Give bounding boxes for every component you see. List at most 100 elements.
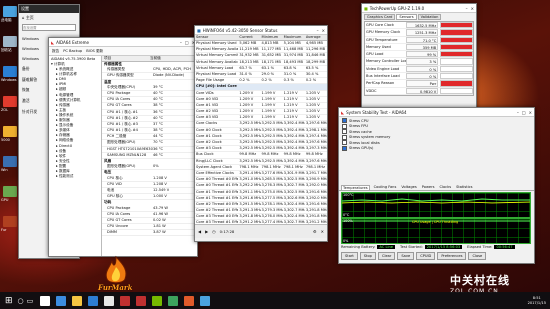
- hwinfo-cell: 3,291.1 MHz: [239, 189, 261, 194]
- hwinfo-cell: 3,292.5 MHz: [239, 158, 261, 163]
- settings-home[interactable]: ⌂ 主页: [19, 13, 79, 23]
- stress-button[interactable]: CPUID: [416, 252, 436, 260]
- settings-search-input[interactable]: 查找设置: [22, 24, 76, 31]
- stress-tab[interactable]: Powers: [421, 185, 436, 190]
- hwinfo-cell: 3,292.5 MHz: [261, 121, 283, 126]
- gpuz-sensor-row[interactable]: GPU Temperature 71.0 °C: [365, 36, 473, 44]
- close-icon[interactable]: ×: [471, 6, 474, 11]
- stress-button[interactable]: Save: [397, 252, 415, 260]
- checkbox-icon[interactable]: [342, 134, 347, 140]
- sensor-row[interactable]: DIMM 3.87 W: [102, 230, 197, 237]
- stress-tab[interactable]: Statistics: [455, 185, 473, 190]
- taskbar-app-icon[interactable]: [88, 295, 99, 306]
- search-icon[interactable]: ○: [18, 297, 24, 305]
- desktop-icon[interactable]: [3, 216, 17, 227]
- col-item[interactable]: 项目: [102, 56, 150, 61]
- taskbar-app-icon[interactable]: [168, 295, 179, 306]
- checkbox-icon[interactable]: [342, 129, 347, 135]
- arrow-left-icon[interactable]: ◀: [198, 229, 201, 234]
- desktop-icon[interactable]: [3, 126, 17, 137]
- gpuz-sensor-row[interactable]: PerfCap Reason Pwr: [365, 80, 473, 88]
- toolbar-button[interactable]: PC Backup: [63, 49, 82, 53]
- minimize-icon[interactable]: –: [517, 110, 519, 115]
- taskbar-app-icon[interactable]: [40, 295, 51, 306]
- stress-tab[interactable]: Voltages: [400, 185, 417, 190]
- gpuz-sensor-row[interactable]: Video Engine Load 0 %: [365, 65, 473, 74]
- checkbox-icon[interactable]: [342, 145, 347, 151]
- task-view-icon[interactable]: ▭: [27, 297, 34, 305]
- toolbar-button[interactable]: 报告: [52, 49, 59, 54]
- stress-tab[interactable]: Cooling Fans: [373, 185, 398, 190]
- gpuz-sensor-row[interactable]: GPU Load 99 %: [365, 51, 473, 59]
- hwinfo-row[interactable]: Core #3 Thread #1 Effective3,291.2 MHz3,…: [195, 220, 327, 224]
- desktop-icon[interactable]: [3, 186, 17, 197]
- aida64-window: ◣ AIDA64 Extreme –□× 报告PC BackupBIOS 更新 …: [48, 37, 198, 257]
- taskbar-app-icon[interactable]: [152, 295, 163, 306]
- taskbar-app-icon[interactable]: [104, 295, 115, 306]
- taskbar-app-icon[interactable]: [184, 295, 195, 306]
- arrow-right-icon[interactable]: ▶: [205, 229, 208, 234]
- taskbar-app-icon[interactable]: [136, 295, 147, 306]
- gpuz-sensor-row[interactable]: Memory Used 359 MB: [365, 43, 473, 52]
- battery-value: AC Line: [377, 244, 396, 249]
- gpuz-sensor-row[interactable]: GPU Memory Clock 1251.3 MHz: [365, 29, 473, 37]
- stress-button[interactable]: Clear: [377, 252, 396, 260]
- hwinfo-cell: 0.2 %: [261, 78, 272, 83]
- hwinfo-column[interactable]: Current: [238, 35, 260, 40]
- hwinfo-cell: 1.209 V: [239, 115, 254, 120]
- hwinfo-cell: 63.1 %: [261, 65, 275, 70]
- taskbar-app-icon[interactable]: [72, 295, 83, 306]
- maximize-icon[interactable]: □: [185, 40, 189, 45]
- hwinfo-cell: 3,302.4 MHz: [283, 214, 305, 219]
- stress-button[interactable]: Start: [341, 252, 358, 260]
- taskbar-app-icon[interactable]: [200, 295, 211, 306]
- close-icon[interactable]: ×: [529, 110, 532, 115]
- gpuz-tab[interactable]: Graphics Card: [364, 14, 396, 20]
- maximize-icon[interactable]: □: [522, 110, 526, 115]
- toolbar-button[interactable]: BIOS 更新: [86, 49, 103, 54]
- close-icon[interactable]: ×: [322, 28, 325, 33]
- hwinfo-column[interactable]: Maximum: [283, 35, 305, 40]
- gpuz-title: TechPowerUp GPU-Z 1.19.0: [369, 5, 425, 11]
- gpuz-tab[interactable]: Sensors: [396, 14, 417, 20]
- desktop-icon[interactable]: [3, 66, 17, 77]
- stress-tab[interactable]: Clocks: [438, 185, 452, 190]
- tree-item[interactable]: ▸ 性能测试: [49, 174, 101, 179]
- gpuz-sensor-row[interactable]: Memory Controller Load 3 %: [365, 58, 473, 66]
- hwinfo-cell: 3,291.2 MHz: [305, 220, 327, 224]
- stress-button[interactable]: Stop: [359, 252, 376, 260]
- tray-date[interactable]: 2017/1/15: [528, 301, 546, 306]
- gpuz-tab[interactable]: Validation: [417, 14, 442, 20]
- stress-option[interactable]: Stress GPU(s): [342, 145, 531, 152]
- stress-button[interactable]: Close: [468, 252, 487, 260]
- taskbar-app-icon[interactable]: [120, 295, 131, 306]
- desktop-icon[interactable]: [3, 36, 17, 47]
- stress-button[interactable]: Preferences: [437, 252, 467, 260]
- gpuz-sensor-row[interactable]: Bus Interface Load 0 %: [365, 73, 473, 81]
- desktop-icon[interactable]: [3, 156, 17, 167]
- hwinfo-cell: 3,291.6 MHz: [305, 189, 327, 194]
- checkbox-icon[interactable]: [342, 118, 347, 124]
- desktop-icon[interactable]: [3, 96, 17, 107]
- minimize-icon[interactable]: –: [317, 28, 319, 33]
- checkbox-icon[interactable]: [342, 123, 347, 129]
- taskbar-app-icon[interactable]: [56, 295, 67, 306]
- gpuz-sensor-row[interactable]: VDDC 0.9810 V: [365, 87, 473, 95]
- col-value[interactable]: 当前值: [150, 56, 161, 61]
- minimize-icon[interactable]: –: [466, 6, 468, 11]
- stress-tab[interactable]: Temperatures: [341, 185, 370, 190]
- gpuz-tabs: Graphics Card Sensors Validation: [362, 13, 476, 21]
- hwinfo-column[interactable]: Minimum: [261, 35, 283, 40]
- hwinfo-cell: 1.209 V: [239, 96, 254, 101]
- hwinfo-cell: 798.1 MHz: [305, 164, 325, 169]
- minimize-icon[interactable]: –: [180, 40, 182, 45]
- checkbox-icon[interactable]: [342, 140, 347, 146]
- cpu-top-label: 100%: [343, 219, 353, 223]
- start-button[interactable]: ⊞: [5, 296, 13, 306]
- close-icon[interactable]: ✕: [321, 229, 324, 234]
- gpuz-sensor-row[interactable]: GPU Core Clock 1632.5 MHz: [365, 22, 473, 30]
- hwinfo-column[interactable]: Average: [305, 35, 327, 40]
- hwinfo-column[interactable]: Sensor: [195, 35, 238, 40]
- desktop-icon[interactable]: [3, 6, 17, 17]
- settings-icon[interactable]: ⚙: [313, 229, 317, 234]
